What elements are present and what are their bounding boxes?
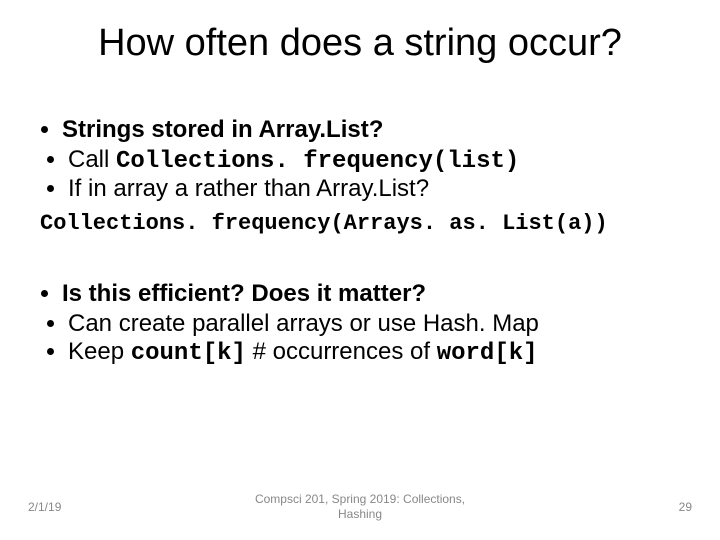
slide: How often does a string occur? Strings s… bbox=[0, 0, 720, 540]
bullet-parallel-arrays: Can create parallel arrays or use Hash. … bbox=[68, 310, 680, 338]
code-collections-frequency: Collections. frequency(list) bbox=[116, 148, 519, 175]
footer-center: Compsci 201, Spring 2019: Collections, H… bbox=[0, 492, 720, 522]
bullet-is-efficient: Is this efficient? Does it matter? bbox=[62, 280, 680, 308]
text-occurrences: # occurrences of bbox=[246, 338, 437, 365]
footer-course-line1: Compsci 201, Spring 2019: Collections, bbox=[255, 492, 465, 506]
slide-title: How often does a string occur? bbox=[0, 22, 720, 65]
bullet-keep-count: Keep count[k] # occurrences of word[k] bbox=[68, 338, 680, 367]
spacer bbox=[40, 252, 680, 280]
code-count-k: count[k] bbox=[131, 340, 246, 367]
bullet-list-2: Is this efficient? Does it matter? bbox=[40, 280, 680, 308]
bullet-call-collections: Call Collections. frequency(list) bbox=[68, 146, 680, 175]
text-keep: Keep bbox=[68, 338, 131, 365]
code-word-k: word[k] bbox=[437, 340, 538, 367]
code-arrays-aslist: Collections. frequency(Arrays. as. List(… bbox=[40, 211, 680, 236]
slide-body: Strings stored in Array.List? Call Colle… bbox=[40, 116, 680, 375]
sub-bullet-list-2: Can create parallel arrays or use Hash. … bbox=[40, 310, 680, 367]
footer-page-number: 29 bbox=[679, 500, 692, 514]
bullet-list: Strings stored in Array.List? bbox=[40, 116, 680, 144]
bullet-strings-stored: Strings stored in Array.List? bbox=[62, 116, 680, 144]
bullet-if-in-array: If in array a rather than Array.List? bbox=[68, 175, 680, 203]
text-call: Call bbox=[68, 146, 116, 173]
footer-course-line2: Hashing bbox=[338, 507, 382, 521]
sub-bullet-list-1: Call Collections. frequency(list) If in … bbox=[40, 146, 680, 203]
